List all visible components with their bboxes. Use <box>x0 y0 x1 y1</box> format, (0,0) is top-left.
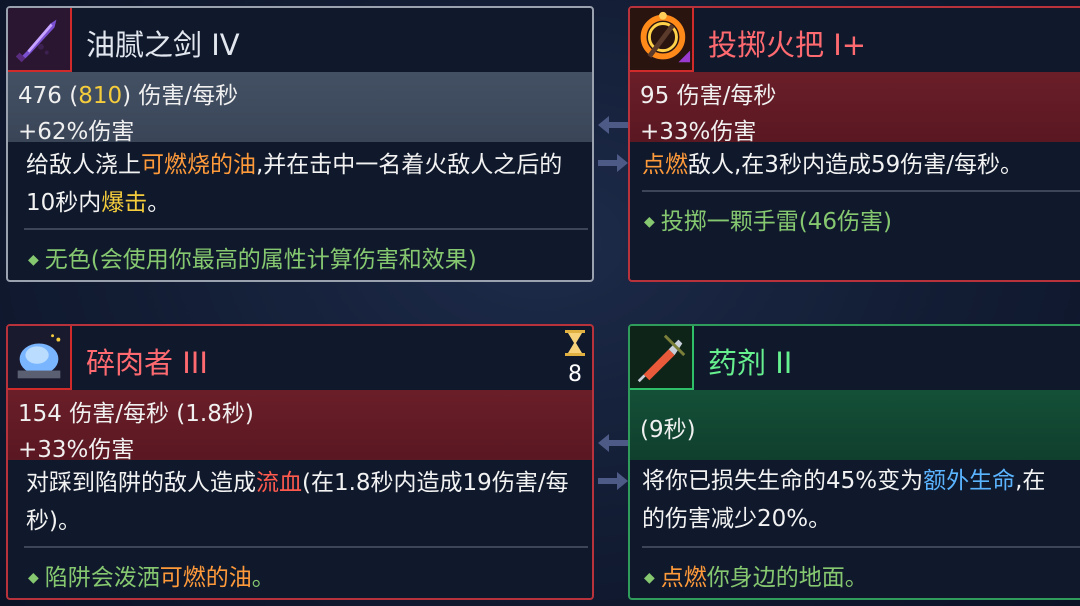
dps-line: 154 伤害/每秒 (1.8秒) <box>18 401 254 427</box>
item-description: 给敌人浇上可燃烧的油,并在击中一名着火敌人之后的10秒内爆击。 <box>26 152 563 216</box>
item-title: 油腻之剑 IV <box>86 28 240 62</box>
stat-band: 154 伤害/每秒 (1.8秒) +33%伤害 <box>8 390 592 463</box>
divider <box>24 228 588 230</box>
item-note: ◆ 陷阱会泼洒可燃的油。 <box>28 565 275 591</box>
damage-bonus: +33%伤害 <box>640 119 757 145</box>
keyword-oil: 可燃烧的油 <box>141 152 256 178</box>
item-title: 药剂 II <box>708 346 793 380</box>
item-description: 将你已损失生命的45%变为额外生命,在 的伤害减少20%。 <box>642 468 1046 532</box>
divider <box>642 190 1080 192</box>
divider <box>642 546 1080 548</box>
stat-band: (9秒) <box>630 390 1080 460</box>
hourglass-icon <box>565 330 585 356</box>
damage-bonus: +62%伤害 <box>18 119 135 145</box>
damage-bonus: +33%伤害 <box>18 437 135 463</box>
keyword-ignite: 点燃 <box>642 152 688 178</box>
syringe-potion-icon <box>630 326 694 390</box>
item-note: ◆ 点燃你身边的地面。 <box>644 565 868 591</box>
item-title: 投掷火把 I+ <box>708 28 867 62</box>
item-description: 点燃敌人,在3秒内造成59伤害/每秒。 <box>642 152 1023 178</box>
item-note: ◆ 投掷一颗手雷(46伤害) <box>644 209 892 235</box>
item-title: 碎肉者 III <box>86 346 208 380</box>
item-card-meat-grinder[interactable]: 碎肉者 III 8 154 伤害/每秒 (1.8秒) +33%伤害 对踩到陷阱的… <box>6 324 594 600</box>
dps-highlight: 810 <box>78 83 123 109</box>
diamond-bullet-icon: ◆ <box>28 252 39 268</box>
oily-sword-icon <box>8 8 72 72</box>
keyword-bleed: 流血 <box>256 470 302 496</box>
stat-band: 95 伤害/每秒 +33%伤害 <box>630 72 1080 145</box>
swap-left-arrow-icon <box>598 434 628 452</box>
item-card-potion[interactable]: 药剂 II (9秒) 将你已损失生命的45%变为额外生命,在 的伤害减少20%。… <box>628 324 1080 600</box>
divider <box>24 546 588 548</box>
keyword-extra-life: 额外生命 <box>923 468 1016 494</box>
keyword-ignite: 点燃 <box>660 565 707 591</box>
cooldown-timer: 8 <box>560 330 590 387</box>
dps-line: 476 (810) 伤害/每秒 <box>18 83 239 109</box>
diamond-bullet-icon: ◆ <box>644 570 655 586</box>
item-card-torch[interactable]: 投掷火把 I+ 95 伤害/每秒 +33%伤害 点燃敌人,在3秒内造成59伤害/… <box>628 6 1080 282</box>
item-description: 对踩到陷阱的敌人造成流血(在1.8秒内造成19伤害/每秒)。 <box>26 470 569 534</box>
cooldown-value: 8 <box>568 362 582 387</box>
diamond-bullet-icon: ◆ <box>28 570 39 586</box>
item-card-oil-sword[interactable]: 油腻之剑 IV 476 (810) 伤害/每秒 +62%伤害 给敌人浇上可燃烧的… <box>6 6 594 282</box>
duration: (9秒) <box>640 417 696 443</box>
dps-line: 95 伤害/每秒 <box>640 83 777 109</box>
diamond-bullet-icon: ◆ <box>644 214 655 230</box>
swap-right-arrow-icon <box>598 154 628 172</box>
stat-band: 476 (810) 伤害/每秒 +62%伤害 <box>8 72 592 145</box>
item-note: ◆ 无色(会使用你最高的属性计算伤害和效果) <box>28 247 477 273</box>
keyword-crit: 爆击 <box>101 190 148 216</box>
meat-grinder-trap-icon <box>8 326 72 390</box>
swap-left-arrow-icon <box>598 116 628 134</box>
torch-icon <box>630 8 694 72</box>
swap-right-arrow-icon <box>598 472 628 490</box>
keyword-oil: 可燃的油 <box>159 565 252 591</box>
